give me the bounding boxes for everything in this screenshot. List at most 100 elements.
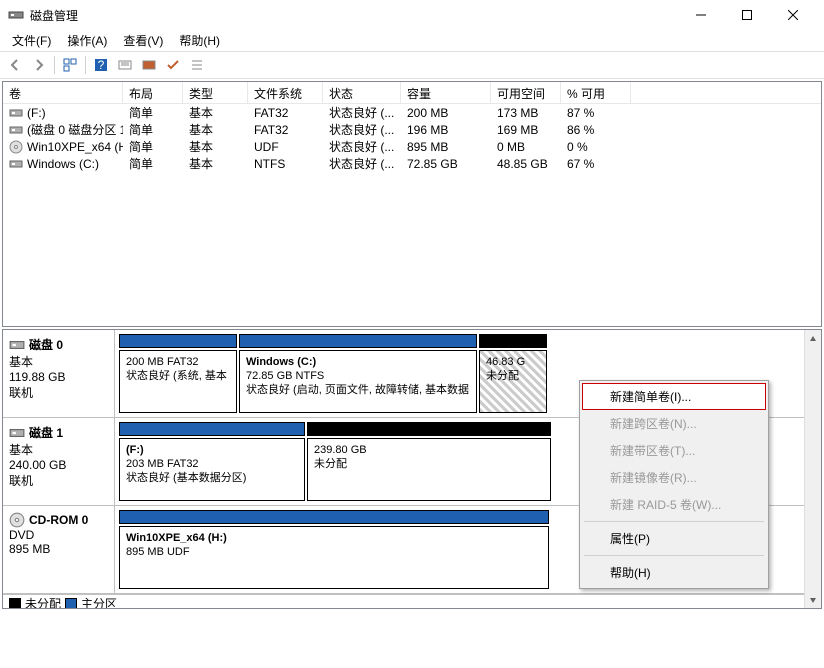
menu-file[interactable]: 文件(F)	[4, 30, 59, 51]
table-row[interactable]: (磁盘 0 磁盘分区 1)简单基本FAT32状态良好 (...196 MB169…	[3, 121, 821, 138]
help-icon[interactable]: ?	[90, 54, 112, 76]
ctx-properties[interactable]: 属性(P)	[582, 525, 766, 552]
vol-status: 状态良好 (...	[323, 155, 401, 172]
vol-layout: 简单	[123, 138, 183, 155]
back-button[interactable]	[4, 54, 26, 76]
settings-icon[interactable]	[114, 54, 136, 76]
disk-size: 895 MB	[9, 542, 108, 556]
disk-size: 119.88 GB	[9, 370, 108, 384]
part-status: 状态良好 (基本数据分区)	[126, 471, 298, 485]
volume-list-header: 卷 布局 类型 文件系统 状态 容量 可用空间 % 可用	[3, 82, 821, 104]
vol-free: 48.85 GB	[491, 157, 561, 171]
col-fs[interactable]: 文件系统	[248, 82, 323, 103]
ctx-new-simple[interactable]: 新建简单卷(I)...	[582, 383, 766, 410]
part-size: 72.85 GB NTFS	[246, 369, 470, 383]
view-icon[interactable]	[59, 54, 81, 76]
check-icon[interactable]	[162, 54, 184, 76]
legend-primary: 主分区	[81, 595, 117, 609]
part-size: 46.83 G	[486, 355, 540, 369]
minimize-button[interactable]	[678, 0, 724, 30]
scroll-up-icon[interactable]	[805, 330, 821, 347]
drive-icon	[9, 106, 23, 120]
context-menu: 新建简单卷(I)... 新建跨区卷(N)... 新建带区卷(T)... 新建镜像…	[579, 380, 769, 589]
vol-name: (磁盘 0 磁盘分区 1)	[27, 121, 123, 138]
cd-icon	[9, 512, 25, 528]
vol-fs: UDF	[248, 140, 323, 154]
disk-header[interactable]: 磁盘 0基本119.88 GB联机	[3, 330, 115, 417]
col-capacity[interactable]: 容量	[401, 82, 491, 103]
vol-type: 基本	[183, 138, 248, 155]
partition-bar	[119, 510, 549, 524]
partition[interactable]: (F:)203 MB FAT32状态良好 (基本数据分区)	[119, 438, 305, 501]
part-label: (F:)	[126, 443, 298, 457]
vol-pct: 86 %	[561, 123, 631, 137]
vol-name: Win10XPE_x64 (H:)	[27, 140, 123, 154]
part-label: Win10XPE_x64 (H:)	[126, 531, 542, 545]
close-button[interactable]	[770, 0, 816, 30]
legend-unalloc: 未分配	[25, 595, 61, 609]
disk-status: 联机	[9, 384, 108, 401]
vol-status: 状态良好 (...	[323, 121, 401, 138]
part-status: 未分配	[314, 457, 544, 471]
partition[interactable]: 239.80 GB未分配	[307, 438, 551, 501]
disk-scrollbar[interactable]	[804, 330, 821, 608]
table-row[interactable]: Win10XPE_x64 (H:)简单基本UDF状态良好 (...895 MB0…	[3, 138, 821, 155]
vol-capacity: 200 MB	[401, 106, 491, 120]
menu-view[interactable]: 查看(V)	[115, 30, 171, 51]
col-pctfree[interactable]: % 可用	[561, 82, 631, 103]
cd-icon	[9, 140, 23, 154]
vol-status: 状态良好 (...	[323, 138, 401, 155]
part-status: 状态良好 (系统, 基本	[126, 369, 230, 383]
drive-icon	[9, 123, 23, 137]
vol-name: Windows (C:)	[27, 157, 99, 171]
vol-fs: NTFS	[248, 157, 323, 171]
ctx-new-mirror: 新建镜像卷(R)...	[582, 464, 766, 491]
vol-name: (F:)	[27, 106, 46, 120]
vol-free: 169 MB	[491, 123, 561, 137]
part-size: 200 MB FAT32	[126, 355, 230, 369]
vol-free: 173 MB	[491, 106, 561, 120]
disk-header[interactable]: CD-ROM 0DVD895 MB	[3, 506, 115, 593]
col-type[interactable]: 类型	[183, 82, 248, 103]
part-status: 状态良好 (启动, 页面文件, 故障转储, 基本数据	[246, 383, 470, 397]
menu-help[interactable]: 帮助(H)	[171, 30, 228, 51]
svg-text:?: ?	[98, 58, 105, 72]
disk-size: 240.00 GB	[9, 458, 108, 472]
vol-type: 基本	[183, 104, 248, 121]
partition[interactable]: 200 MB FAT32状态良好 (系统, 基本	[119, 350, 237, 413]
part-size: 239.80 GB	[314, 443, 544, 457]
col-layout[interactable]: 布局	[123, 82, 183, 103]
maximize-button[interactable]	[724, 0, 770, 30]
scroll-down-icon[interactable]	[805, 591, 821, 608]
table-row[interactable]: (F:)简单基本FAT32状态良好 (...200 MB173 MB87 %	[3, 104, 821, 121]
ctx-help[interactable]: 帮助(H)	[582, 559, 766, 586]
partition[interactable]: Windows (C:)72.85 GB NTFS状态良好 (启动, 页面文件,…	[239, 350, 477, 413]
forward-button[interactable]	[28, 54, 50, 76]
table-row[interactable]: Windows (C:)简单基本NTFS状态良好 (...72.85 GB48.…	[3, 155, 821, 172]
vol-capacity: 196 MB	[401, 123, 491, 137]
col-volume[interactable]: 卷	[3, 82, 123, 103]
col-status[interactable]: 状态	[323, 82, 401, 103]
action-icon[interactable]	[138, 54, 160, 76]
vol-pct: 67 %	[561, 157, 631, 171]
col-free[interactable]: 可用空间	[491, 82, 561, 103]
disk-type: 基本	[9, 353, 108, 370]
partition-bar	[307, 422, 551, 436]
disk-icon	[9, 425, 25, 441]
partition[interactable]: Win10XPE_x64 (H:)895 MB UDF	[119, 526, 549, 589]
vol-fs: FAT32	[248, 106, 323, 120]
partition-bar	[119, 334, 237, 348]
app-icon	[8, 7, 24, 23]
disk-title: CD-ROM 0	[29, 513, 88, 527]
disk-header[interactable]: 磁盘 1基本240.00 GB联机	[3, 418, 115, 505]
vol-free: 0 MB	[491, 140, 561, 154]
vol-capacity: 72.85 GB	[401, 157, 491, 171]
disk-title: 磁盘 0	[29, 336, 63, 353]
menu-action[interactable]: 操作(A)	[59, 30, 115, 51]
partition[interactable]: 46.83 G未分配	[479, 350, 547, 413]
list-icon[interactable]	[186, 54, 208, 76]
disk-icon	[9, 337, 25, 353]
vol-layout: 简单	[123, 104, 183, 121]
vol-layout: 简单	[123, 121, 183, 138]
partition-bar	[479, 334, 547, 348]
